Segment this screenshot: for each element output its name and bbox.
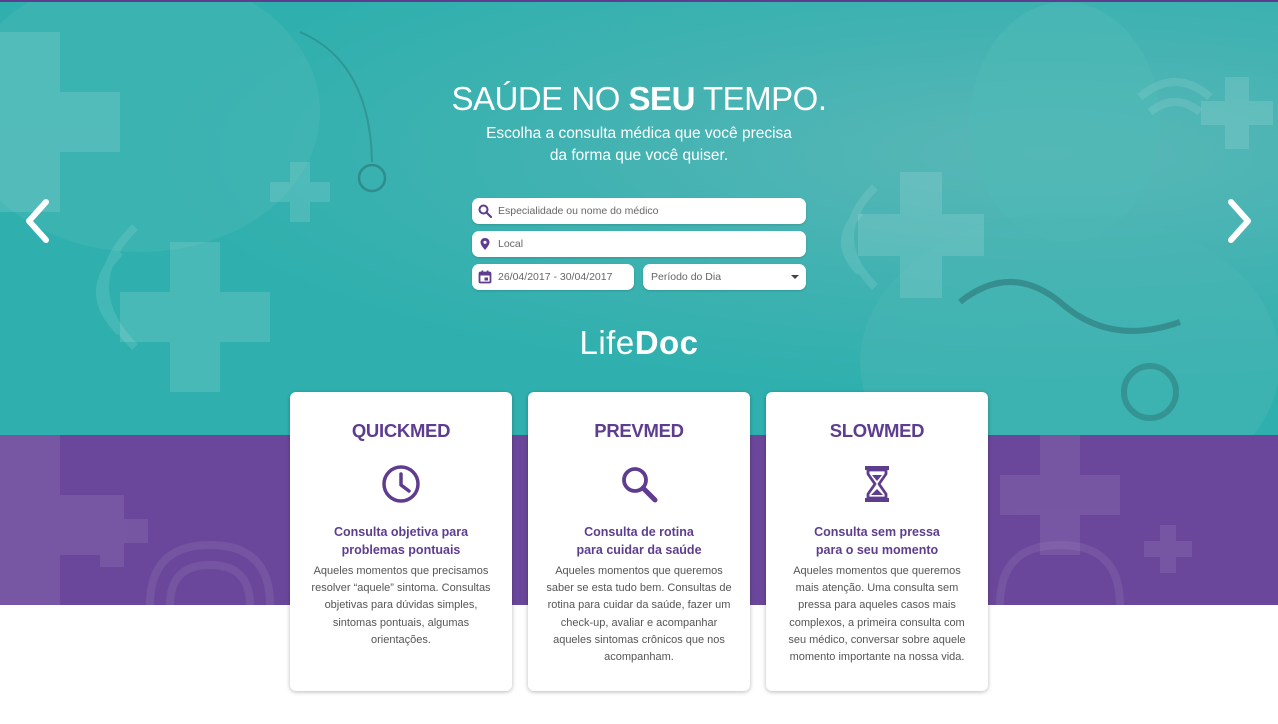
hero-headline: SAÚDE NO SEU TEMPO. bbox=[0, 80, 1278, 118]
calendar-icon bbox=[478, 270, 492, 284]
prevmed-card[interactable]: PREVMED Consulta de rotina para cuidar d… bbox=[528, 392, 750, 691]
logo-light-part: Life bbox=[579, 324, 635, 361]
card-subtitle-line-1: Consulta sem pressa bbox=[814, 525, 940, 539]
hero-subtitle: Escolha a consulta médica que você preci… bbox=[0, 123, 1278, 167]
hourglass-icon bbox=[865, 466, 889, 502]
search-icon bbox=[478, 204, 492, 218]
period-select[interactable]: Período do Dia bbox=[643, 264, 806, 290]
headline-start: SAÚDE NO bbox=[451, 80, 629, 117]
location-pin-icon bbox=[480, 238, 490, 250]
lifedoc-logo: LifeDoc bbox=[0, 324, 1278, 362]
chevron-left-icon[interactable] bbox=[22, 198, 52, 244]
caret-down-icon bbox=[791, 275, 799, 279]
quickmed-card[interactable]: QUICKMED Consulta objetiva para problema… bbox=[290, 392, 512, 691]
date-range-input[interactable]: 26/04/2017 - 30/04/2017 bbox=[472, 264, 634, 290]
logo-bold-part: Doc bbox=[634, 324, 699, 361]
date-range-value: 26/04/2017 - 30/04/2017 bbox=[498, 271, 613, 283]
card-title: QUICKMED bbox=[351, 420, 451, 441]
subtitle-line-1: Escolha a consulta médica que você preci… bbox=[486, 125, 792, 142]
chevron-right-icon[interactable] bbox=[1225, 198, 1255, 244]
headline-end: TEMPO. bbox=[694, 80, 827, 117]
card-subtitle: Consulta objetiva para problemas pontuai… bbox=[290, 523, 512, 559]
hero-banner: SAÚDE NO SEU TEMPO. Escolha a consulta m… bbox=[0, 2, 1278, 435]
card-subtitle-line-2: para cuidar da saúde bbox=[576, 543, 702, 557]
clock-icon bbox=[382, 465, 420, 503]
card-subtitle-line-2: problemas pontuais bbox=[341, 543, 461, 557]
card-title: PREVMED bbox=[594, 420, 684, 441]
card-description: Aqueles momentos que queremos mais atenç… bbox=[788, 565, 966, 664]
location-placeholder: Local bbox=[498, 238, 524, 250]
subtitle-line-2: da forma que você quiser. bbox=[549, 147, 729, 164]
card-title: SLOWMED bbox=[829, 420, 925, 441]
slowmed-card[interactable]: SLOWMED Consulta sem pressa para o seu m… bbox=[766, 392, 988, 691]
card-subtitle: Consulta de rotina para cuidar da saúde bbox=[528, 523, 750, 559]
headline-emphasis: SEU bbox=[628, 80, 696, 117]
period-selected-value: Período do Dia bbox=[651, 271, 722, 283]
card-subtitle-line-2: para o seu momento bbox=[815, 543, 939, 557]
card-description: Aqueles momentos que queremos saber se e… bbox=[546, 565, 732, 664]
specialty-placeholder: Especialidade ou nome do médico bbox=[498, 205, 659, 217]
card-subtitle-line-1: Consulta de rotina bbox=[584, 525, 694, 539]
card-subtitle: Consulta sem pressa para o seu momento bbox=[766, 523, 988, 559]
card-subtitle-line-1: Consulta objetiva para bbox=[333, 525, 469, 539]
magnifier-icon bbox=[622, 467, 658, 503]
specialty-search-input[interactable]: Especialidade ou nome do médico bbox=[472, 198, 806, 224]
location-input[interactable]: Local bbox=[472, 231, 806, 257]
card-description: Aqueles momentos que precisamos resolver… bbox=[311, 565, 491, 646]
